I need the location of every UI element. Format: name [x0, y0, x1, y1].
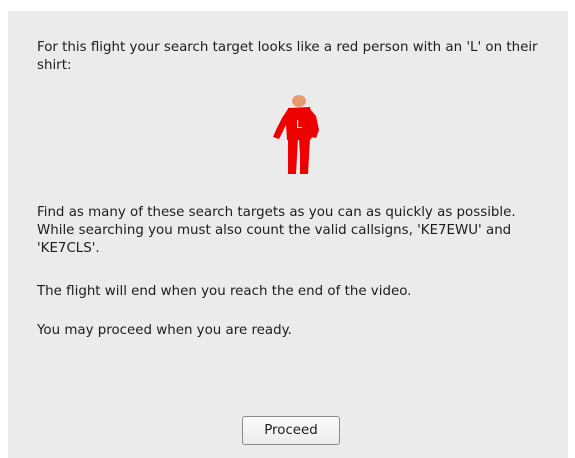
proceed-button[interactable]: Proceed: [242, 416, 340, 445]
proceed-hint-text: You may proceed when you are ready.: [37, 323, 292, 338]
target-shirt-letter: L: [296, 118, 303, 131]
flight-end-text: The flight will end when you reach the e…: [37, 284, 412, 299]
intro-text: For this flight your search target looks…: [37, 40, 538, 73]
red-person-target-icon: L: [273, 95, 319, 174]
instructions-panel: For this flight your search target looks…: [8, 11, 568, 458]
find-targets-text: Find as many of these search targets as …: [37, 205, 516, 256]
